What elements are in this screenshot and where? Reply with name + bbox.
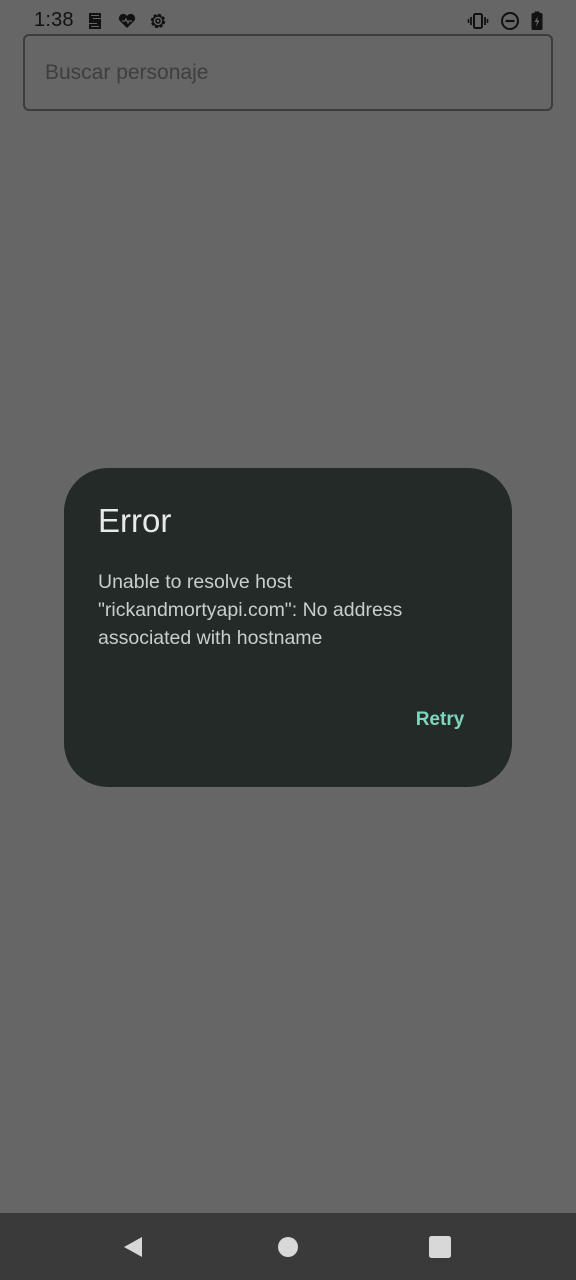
retry-button[interactable]: Retry [400,700,480,740]
back-icon[interactable] [117,1231,149,1263]
heart-icon [118,13,136,28]
recents-icon[interactable] [424,1231,456,1263]
dialog-title: Error [98,502,172,539]
gear-icon [150,13,166,29]
do-not-disturb-icon [501,12,519,30]
error-dialog: Error Unable to resolve host "rickandmor… [64,468,512,787]
search-field[interactable] [23,34,553,111]
search-input[interactable] [45,36,525,109]
vibrate-icon [467,13,489,29]
dialog-message: Unable to resolve host "rickandmortyapi.… [98,571,403,649]
navigation-bar [0,1213,576,1280]
sync-icon [89,13,101,29]
home-icon[interactable] [272,1231,304,1263]
battery-icon [531,11,543,30]
status-time: 1:38 [34,9,74,31]
